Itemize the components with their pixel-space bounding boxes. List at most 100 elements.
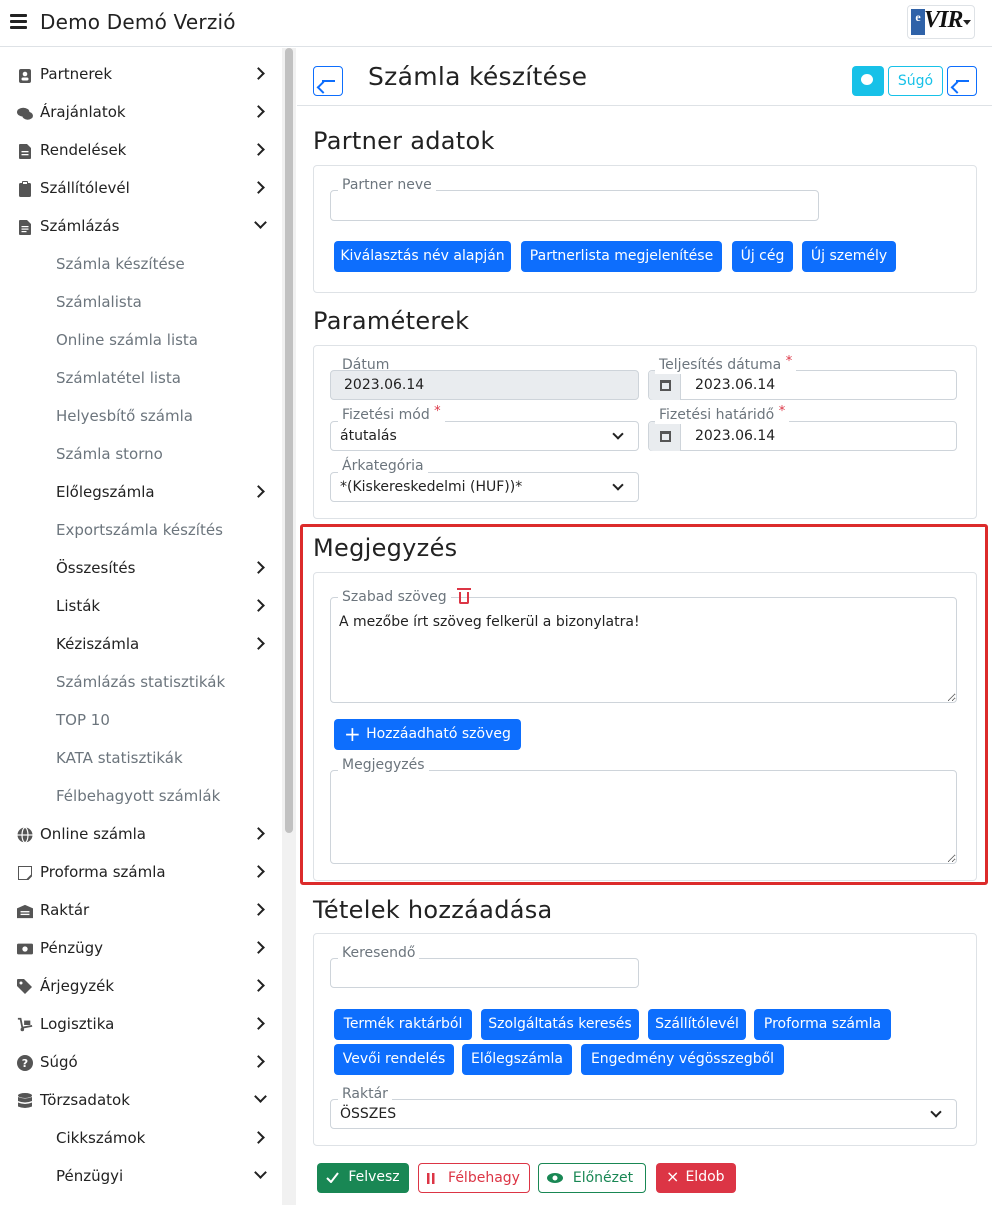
discard-button[interactable]: × Eldob (656, 1163, 736, 1193)
partner-card: Partner neve Kiválasztás név alapján Par… (313, 165, 977, 293)
sidebar-item-penzugy[interactable]: Pénzügy (0, 929, 280, 967)
sidebar-item-label: Rendelések (40, 141, 127, 159)
sidebar-item-szamlazas[interactable]: Számlázás (0, 207, 280, 245)
arrow-left-icon (956, 80, 969, 82)
search-input[interactable] (330, 958, 639, 988)
sidebar-scrollbar[interactable] (282, 48, 296, 1205)
partner-name-label: Partner neve (338, 177, 436, 193)
partner-name-input[interactable] (330, 190, 819, 221)
chevron-right-icon (252, 143, 265, 156)
save-button[interactable]: Felvesz (317, 1163, 409, 1193)
sidebar-item-osszesites[interactable]: Összesítés (0, 549, 280, 587)
sidebar-item-cikkszamok[interactable]: Cikkszámok (0, 1119, 280, 1157)
back-arrow-button[interactable] (947, 66, 977, 96)
evir-logo-dropdown[interactable]: e VIR (907, 5, 975, 39)
chevron-right-icon (252, 903, 265, 916)
advance-invoice-button[interactable]: Előlegszámla (462, 1044, 572, 1075)
scrollbar-thumb[interactable] (285, 48, 293, 833)
sidebar-item-partnerek[interactable]: Partnerek (0, 55, 280, 93)
required-mark: * (778, 404, 786, 419)
sidebar-item-penzugyi[interactable]: Pénzügyi (0, 1157, 280, 1195)
payment-method-label: Fizetési mód * (338, 404, 445, 424)
sidebar-item-proforma-szamla[interactable]: Proforma számla (0, 853, 280, 891)
price-category-select[interactable]: *(Kiskereskedelmi (HUF))* (330, 472, 639, 502)
globe-icon (17, 827, 33, 843)
chevron-right-icon (252, 827, 265, 840)
warehouse-select[interactable]: ÖSSZES (330, 1099, 957, 1129)
discount-button[interactable]: Engedmény végösszegből (581, 1044, 784, 1075)
sidebar-item-label: Árjegyzék (40, 977, 115, 995)
new-person-button[interactable]: Új személy (802, 241, 896, 272)
sidebar-item-keziszamla[interactable]: Kéziszámla (0, 625, 280, 663)
pause-button[interactable]: Félbehagy (418, 1163, 530, 1193)
customer-order-button[interactable]: Vevői rendelés (334, 1044, 454, 1075)
preview-button[interactable]: Előnézet (538, 1163, 646, 1193)
sidebar-item-szallitolevel[interactable]: Szállítólevél (0, 169, 280, 207)
service-search-button[interactable]: Szolgáltatás keresés (481, 1009, 639, 1040)
sidebar-item-label: Előlegszámla (56, 483, 155, 501)
params-card: 2023.06.14 Dátum 2023.06.14 Teljesítés d… (313, 345, 977, 519)
sidebar-item-elolegszamla[interactable]: Előlegszámla (0, 473, 280, 511)
sidebar-item-helyesbito-szamla[interactable]: Helyesbítő számla (0, 397, 280, 435)
sidebar-item-logisztika[interactable]: Logisztika (0, 1005, 280, 1043)
sidebar-item-szamlazas-statisztikak[interactable]: Számlázás statisztikák (0, 663, 280, 701)
sidebar-item-label: Logisztika (40, 1015, 115, 1033)
search-label: Keresendő (338, 945, 420, 961)
sidebar-item-label: Pénzügy (40, 939, 104, 957)
chevron-down-icon (930, 1106, 942, 1118)
price-category-label: Árkategória (338, 458, 428, 474)
product-from-warehouse-button[interactable]: Termék raktárból (334, 1009, 472, 1040)
chevron-right-icon (252, 637, 265, 650)
sidebar-item-kata-statisztikak[interactable]: KATA statisztikák (0, 739, 280, 777)
proforma-invoice-button[interactable]: Proforma számla (754, 1009, 891, 1040)
sidebar-item-label: Félbehagyott számlák (56, 787, 221, 805)
hamburger-menu-icon[interactable] (10, 14, 27, 29)
new-company-button[interactable]: Új cég (732, 241, 793, 272)
sidebar-item-torzsadatok[interactable]: Törzsadatok (0, 1081, 280, 1119)
logo-vir: VIR (924, 7, 963, 33)
sidebar-item-label: Számla készítése (56, 255, 185, 273)
select-by-name-button[interactable]: Kiválasztás név alapján (334, 241, 511, 272)
sidebar-item-arjegyzek[interactable]: Árjegyzék (0, 967, 280, 1005)
sidebar-item-online-szamla-lista[interactable]: Online számla lista (0, 321, 280, 359)
person-badge-icon (17, 67, 33, 83)
note-icon (17, 865, 33, 881)
sidebar-item-felbehagyott-szamlak[interactable]: Félbehagyott számlák (0, 777, 280, 815)
help-button[interactable]: Súgó (888, 66, 943, 96)
sidebar-item-szamla-keszitese[interactable]: Számla készítése (0, 245, 280, 283)
sidebar-item-szamla-storno[interactable]: Számla storno (0, 435, 280, 473)
delivery-note-button[interactable]: Szállítólevél (648, 1009, 746, 1040)
sidebar-item-arajanlatok[interactable]: Árajánlatok (0, 93, 280, 131)
calendar-icon[interactable] (649, 422, 681, 451)
required-mark: * (434, 404, 441, 419)
pause-icon (427, 1173, 435, 1184)
sidebar-item-listak[interactable]: Listák (0, 587, 280, 625)
sidebar-item-top10[interactable]: TOP 10 (0, 701, 280, 739)
preview-label: Előnézet (572, 1170, 634, 1186)
fulfillment-date-input[interactable]: 2023.06.14 (648, 370, 957, 400)
back-button[interactable] (313, 66, 343, 96)
pause-label: Félbehagy (448, 1170, 520, 1186)
sidebar-item-exportszamla[interactable]: Exportszámla készítés (0, 511, 280, 549)
sidebar-item-online-szamla[interactable]: Online számla (0, 815, 280, 853)
payment-deadline-input[interactable]: 2023.06.14 (648, 421, 957, 451)
dolly-icon (17, 1017, 33, 1033)
sidebar-item-label: Árajánlatok (40, 103, 126, 121)
chevron-right-icon (252, 865, 265, 878)
sidebar-item-szamlalista[interactable]: Számlalista (0, 283, 280, 321)
sidebar-item-label: Cikkszámok (56, 1129, 146, 1147)
page-title: Számla készítése (368, 62, 588, 91)
payment-deadline-label-text: Fizetési határidő (659, 407, 775, 423)
calendar-icon[interactable] (649, 371, 681, 400)
section-title-items: Tételek hozzáadása (313, 896, 553, 924)
show-partner-list-button[interactable]: Partnerlista megjelenítése (521, 241, 722, 272)
sidebar-item-rendelesek[interactable]: Rendelések (0, 131, 280, 169)
section-title-partner: Partner adatok (313, 127, 495, 155)
sidebar-item-sugo[interactable]: ? Súgó (0, 1043, 280, 1081)
help-chat-button[interactable] (852, 66, 884, 96)
payment-method-select[interactable]: átutalás (330, 421, 639, 451)
sidebar-item-raktar[interactable]: Raktár (0, 891, 280, 929)
warehouse-icon (17, 903, 33, 919)
warehouse-value: ÖSSZES (340, 1106, 397, 1122)
sidebar-item-szamlatetel-lista[interactable]: Számlatétel lista (0, 359, 280, 397)
